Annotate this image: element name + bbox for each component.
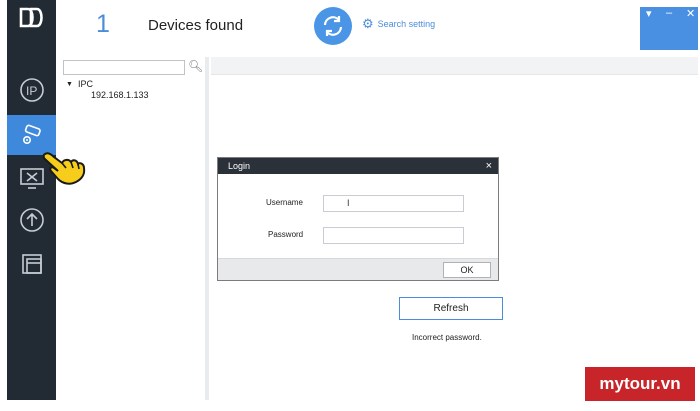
pointing-hand-icon bbox=[42, 152, 86, 185]
tree-search-input[interactable] bbox=[63, 60, 185, 75]
window-controls: ▾ – ✕ bbox=[640, 7, 698, 50]
search-refresh-button[interactable] bbox=[314, 7, 352, 45]
caret-down-icon[interactable]: ▼ bbox=[66, 81, 73, 88]
username-label: Username bbox=[266, 198, 303, 207]
menu-dropdown-icon[interactable]: ▾ bbox=[646, 7, 652, 20]
dialog-footer: OK bbox=[218, 258, 498, 280]
devices-found-label: Devices found bbox=[148, 17, 244, 34]
upgrade-icon bbox=[19, 208, 44, 232]
password-field[interactable] bbox=[323, 227, 464, 244]
content-toolbar bbox=[211, 57, 698, 75]
text-cursor-icon: I bbox=[347, 198, 350, 208]
dialog-title: Login bbox=[228, 161, 251, 171]
refresh-icon bbox=[323, 16, 343, 36]
device-config-icon bbox=[22, 124, 41, 145]
password-label: Password bbox=[268, 230, 304, 239]
device-count: 1 bbox=[96, 10, 110, 38]
dialog-titlebar: Login × bbox=[218, 158, 498, 174]
refresh-button[interactable]: Refresh bbox=[399, 297, 503, 320]
search-icon[interactable]: 🔍︎ bbox=[188, 59, 203, 73]
username-field[interactable]: I bbox=[323, 195, 464, 212]
login-dialog: Login × Username I Password OK bbox=[217, 157, 499, 281]
gear-icon: ⚙ bbox=[362, 16, 374, 31]
tree-node-ipc[interactable]: ▼ IPC bbox=[66, 79, 93, 89]
svg-text:IP: IP bbox=[26, 84, 37, 98]
sidebar: IP bbox=[7, 0, 56, 400]
ip-icon: IP bbox=[19, 78, 44, 102]
watermark-logo: mytour.vn bbox=[585, 367, 695, 401]
close-window-icon[interactable]: ✕ bbox=[686, 7, 695, 20]
ok-button[interactable]: OK bbox=[443, 262, 491, 278]
sidebar-item-windows[interactable] bbox=[7, 244, 56, 284]
search-setting-link[interactable]: ⚙ Search setting bbox=[362, 17, 435, 30]
sidebar-item-ip[interactable]: IP bbox=[7, 70, 56, 110]
search-setting-label: Search setting bbox=[377, 18, 436, 29]
tree-node-device[interactable]: 192.168.1.133 bbox=[91, 90, 149, 100]
minimize-icon[interactable]: – bbox=[666, 7, 672, 19]
windows-icon bbox=[21, 254, 42, 274]
app-logo bbox=[19, 7, 43, 28]
tree-root-label: IPC bbox=[77, 79, 93, 89]
device-tree-panel: 🔍︎ ▼ IPC 192.168.1.133 bbox=[60, 57, 209, 400]
sidebar-item-upgrade[interactable] bbox=[7, 200, 56, 240]
close-icon[interactable]: × bbox=[486, 158, 492, 174]
status-message: Incorrect password. bbox=[412, 333, 482, 342]
